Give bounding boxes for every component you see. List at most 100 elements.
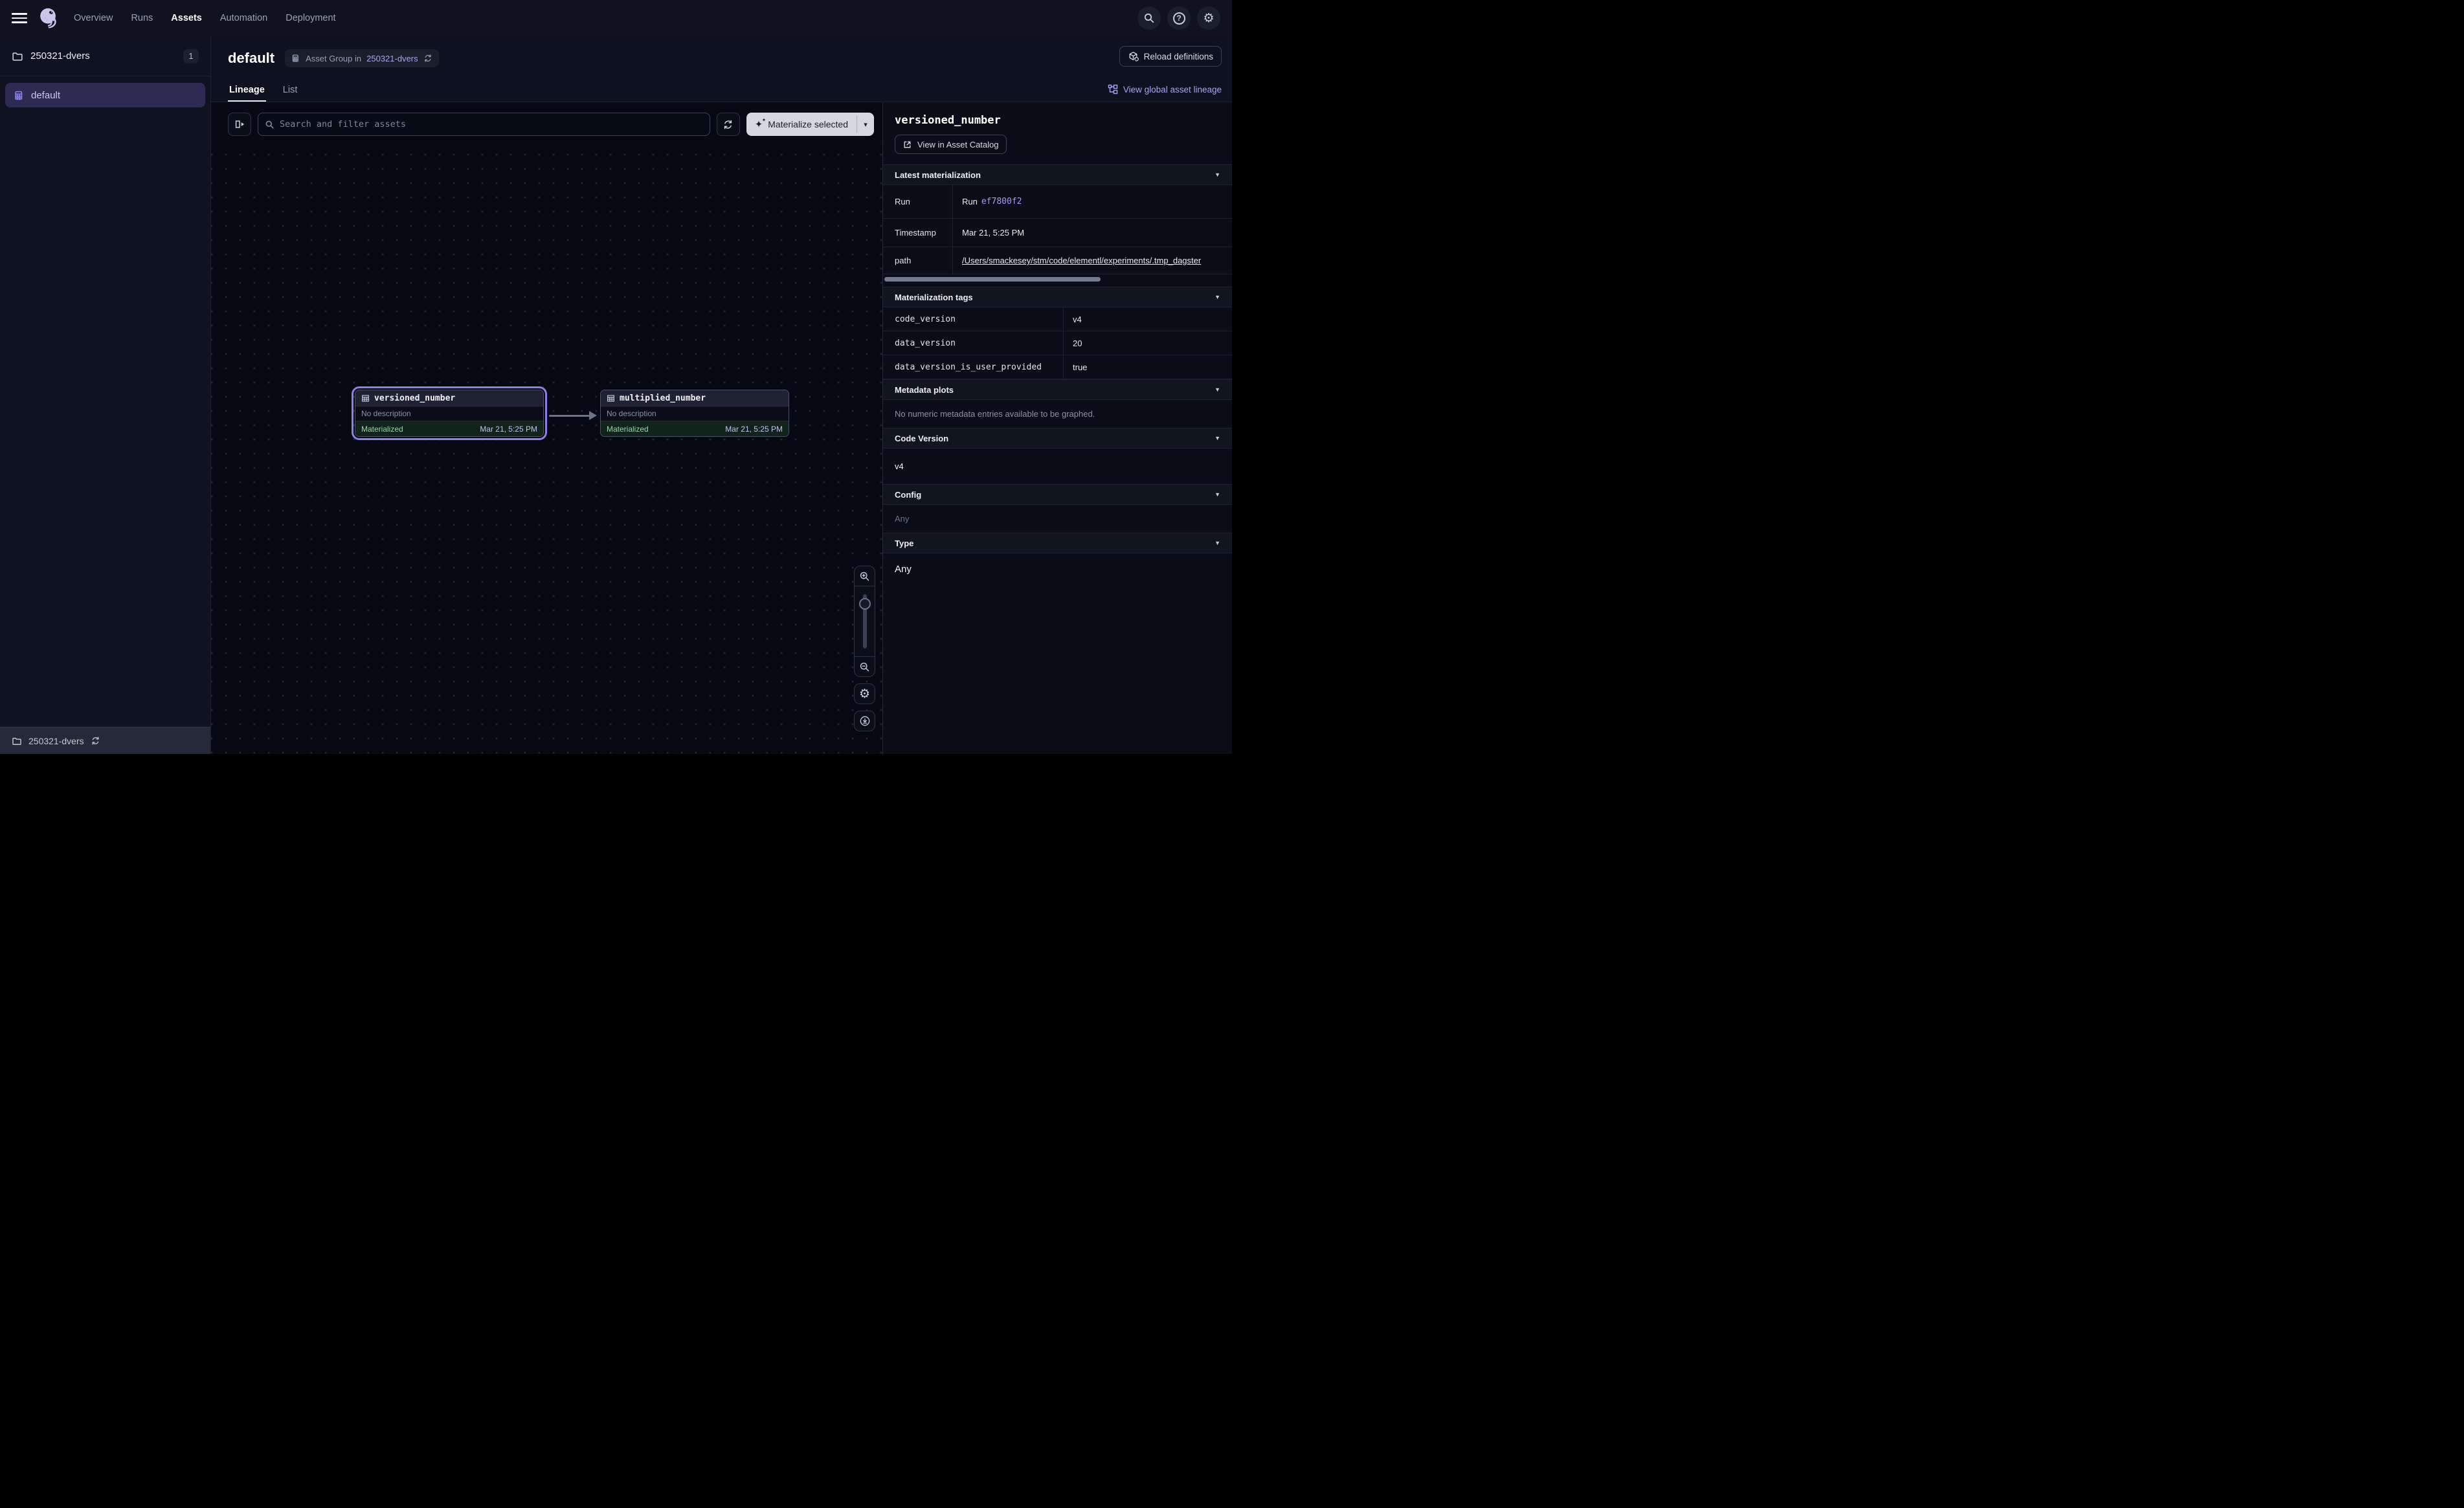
zoom-in-icon bbox=[859, 571, 870, 582]
materialize-selected-button[interactable]: ✦✦ Materialize selected bbox=[746, 113, 857, 136]
view-global-asset-lineage-link[interactable]: View global asset lineage bbox=[1108, 84, 1222, 94]
metadata-plots-empty-message: No numeric metadata entries available to… bbox=[883, 400, 1232, 428]
collapse-caret-icon[interactable]: ▼ bbox=[1215, 386, 1220, 393]
badge-prefix: Asset Group in bbox=[306, 54, 361, 63]
materialized-status: Materialized bbox=[361, 425, 403, 434]
zoom-controls: ⚙ bbox=[854, 566, 875, 731]
selected-asset-title: versioned_number bbox=[895, 114, 1220, 127]
sidebar-item-label: default bbox=[31, 90, 60, 101]
zoom-out-button[interactable] bbox=[855, 657, 875, 676]
table-row-path: path /Users/smackesey/stm/code/elementl/… bbox=[883, 247, 1232, 274]
horizontal-scrollbar[interactable] bbox=[883, 276, 1232, 283]
table-row-run: Run Runef7800f2 bbox=[883, 185, 1232, 219]
materialize-selected-label: Materialize selected bbox=[768, 119, 848, 129]
tab-list[interactable]: List bbox=[282, 81, 299, 102]
materialized-status: Materialized bbox=[607, 425, 649, 434]
lineage-canvas[interactable]: ✦✦ Materialize selected ▾ bbox=[211, 102, 882, 754]
question-icon: ? bbox=[1173, 12, 1185, 25]
view-in-asset-catalog-button[interactable]: View in Asset Catalog bbox=[895, 135, 1007, 154]
reload-definitions-button[interactable]: Reload definitions bbox=[1119, 46, 1222, 67]
search-input[interactable] bbox=[280, 119, 703, 129]
zoom-slider[interactable] bbox=[855, 586, 875, 657]
nav-item-deployment[interactable]: Deployment bbox=[286, 13, 335, 23]
canvas-dot-grid bbox=[211, 141, 882, 754]
section-config[interactable]: Config ▼ bbox=[883, 484, 1232, 505]
asset-node-versioned-number[interactable]: versioned_number No description Material… bbox=[352, 386, 547, 440]
code-location-label: 250321-dvers bbox=[28, 736, 84, 746]
latest-materialization-table: Run Runef7800f2 Timestamp Mar 21, 5:25 P… bbox=[883, 185, 1232, 274]
top-nav: Overview Runs Assets Automation Deployme… bbox=[0, 0, 1232, 36]
zoom-in-button[interactable] bbox=[855, 566, 875, 586]
search-icon bbox=[265, 120, 274, 129]
collapse-caret-icon[interactable]: ▼ bbox=[1215, 540, 1220, 546]
asset-node-multiplied-number[interactable]: multiplied_number No description Materia… bbox=[597, 386, 792, 440]
panel-toggle-icon bbox=[234, 118, 245, 130]
materialize-options-dropdown[interactable]: ▾ bbox=[857, 113, 874, 136]
section-materialization-tags[interactable]: Materialization tags ▼ bbox=[883, 287, 1232, 307]
dagster-logo-icon[interactable] bbox=[36, 6, 61, 30]
sidebar-item-default[interactable]: default bbox=[5, 83, 205, 107]
path-link[interactable]: /Users/smackesey/stm/code/elementl/exper… bbox=[962, 256, 1201, 265]
asset-node-description: No description bbox=[601, 406, 789, 421]
materialization-timestamp: Mar 21, 5:25 PM bbox=[725, 425, 783, 434]
view-tabs: Lineage List bbox=[228, 81, 298, 102]
tab-lineage[interactable]: Lineage bbox=[228, 81, 266, 102]
zoom-out-icon bbox=[859, 661, 870, 672]
folder-icon bbox=[12, 50, 23, 62]
settings-button[interactable]: ⚙ bbox=[1197, 6, 1220, 30]
code-location-footer[interactable]: 250321-dvers bbox=[0, 727, 210, 754]
badge-location-link[interactable]: 250321-dvers bbox=[366, 54, 418, 63]
asset-group-icon bbox=[14, 90, 25, 101]
asset-node-status-row[interactable]: Materialized Mar 21, 5:25 PM bbox=[355, 421, 543, 436]
folder-icon bbox=[12, 736, 22, 746]
download-icon bbox=[859, 715, 871, 727]
nav-item-runs[interactable]: Runs bbox=[131, 13, 153, 23]
section-latest-materialization[interactable]: Latest materialization ▼ bbox=[883, 164, 1232, 185]
page-title: default bbox=[228, 50, 274, 67]
asset-groups-sidebar: 250321-dvers 1 default 250321-dvers bbox=[0, 36, 211, 754]
hamburger-menu-icon[interactable] bbox=[12, 13, 27, 23]
sync-icon[interactable] bbox=[91, 736, 100, 746]
config-value: Any bbox=[883, 505, 1232, 533]
collapse-caret-icon[interactable]: ▼ bbox=[1215, 294, 1220, 300]
asset-node-name: multiplied_number bbox=[620, 394, 706, 403]
sidebar-group-row[interactable]: 250321-dvers 1 bbox=[0, 36, 210, 76]
nav-item-assets[interactable]: Assets bbox=[171, 13, 202, 23]
asset-node-status-row[interactable]: Materialized Mar 21, 5:25 PM bbox=[601, 421, 789, 436]
nav-item-automation[interactable]: Automation bbox=[220, 13, 267, 23]
collapse-caret-icon[interactable]: ▼ bbox=[1215, 491, 1220, 498]
sparkles-icon: ✦✦ bbox=[755, 120, 763, 129]
table-icon bbox=[361, 394, 370, 403]
section-type[interactable]: Type ▼ bbox=[883, 533, 1232, 553]
code-version-value: v4 bbox=[883, 449, 1232, 484]
tag-row: data_version 20 bbox=[883, 331, 1232, 355]
tag-row: code_version v4 bbox=[883, 307, 1232, 331]
primary-nav: Overview Runs Assets Automation Deployme… bbox=[74, 13, 336, 23]
table-icon bbox=[607, 394, 615, 403]
table-row-timestamp: Timestamp Mar 21, 5:25 PM bbox=[883, 219, 1232, 247]
lineage-edge bbox=[549, 411, 598, 420]
help-button[interactable]: ? bbox=[1167, 6, 1191, 30]
asset-group-badge[interactable]: Asset Group in 250321-dvers bbox=[285, 49, 439, 67]
zoom-slider-thumb[interactable] bbox=[859, 598, 871, 610]
section-code-version[interactable]: Code Version ▼ bbox=[883, 428, 1232, 449]
collapse-sidebar-button[interactable] bbox=[228, 113, 251, 136]
main-area: default Asset Group in 250321-dvers Relo… bbox=[211, 36, 1232, 754]
collapse-caret-icon[interactable]: ▼ bbox=[1215, 435, 1220, 441]
section-metadata-plots[interactable]: Metadata plots ▼ bbox=[883, 379, 1232, 400]
run-id-link[interactable]: ef7800f2 bbox=[981, 197, 1022, 206]
search-button[interactable] bbox=[1137, 6, 1161, 30]
download-graph-button[interactable] bbox=[854, 711, 875, 731]
graph-settings-button[interactable]: ⚙ bbox=[854, 683, 875, 704]
sync-icon[interactable] bbox=[423, 54, 432, 63]
nav-item-overview[interactable]: Overview bbox=[74, 13, 113, 23]
asset-node-description: No description bbox=[355, 406, 543, 421]
type-value: Any bbox=[883, 553, 1232, 585]
sidebar-group-label: 250321-dvers bbox=[30, 50, 176, 61]
materialization-tags-table: code_version v4 data_version 20 data_ver… bbox=[883, 307, 1232, 379]
gear-icon: ⚙ bbox=[1203, 12, 1214, 25]
refresh-graph-button[interactable] bbox=[717, 113, 740, 136]
collapse-caret-icon[interactable]: ▼ bbox=[1215, 172, 1220, 178]
scrollbar-thumb[interactable] bbox=[884, 277, 1101, 282]
asset-detail-panel: versioned_number View in Asset Catalog L… bbox=[882, 102, 1232, 754]
